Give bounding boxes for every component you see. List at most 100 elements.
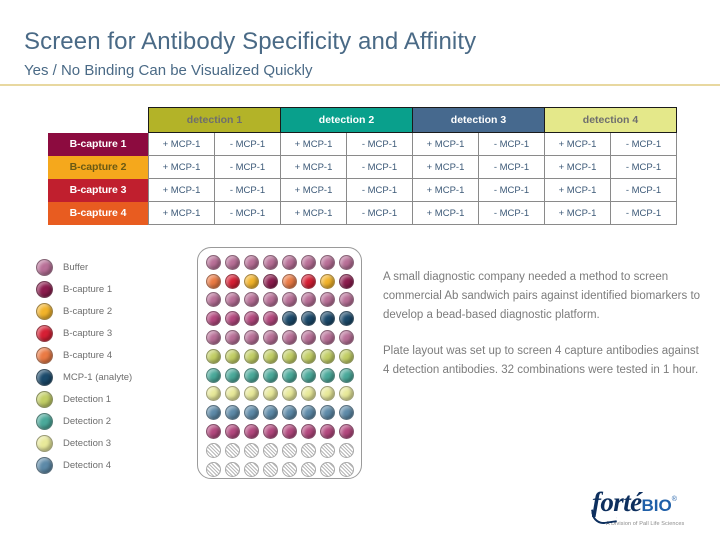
table-cell: + MCP-1 — [544, 155, 611, 179]
table-cell: + MCP-1 — [544, 132, 611, 156]
legend-bead-icon — [36, 390, 53, 408]
column-group-detection-3: detection 3 — [412, 107, 545, 133]
plate-well — [206, 273, 221, 289]
plate-well — [244, 386, 259, 402]
plate-well — [263, 292, 278, 308]
table-cell: - MCP-1 — [214, 201, 281, 225]
row-label-b-capture-3: B-capture 3 — [48, 178, 149, 202]
legend-item-label: B-capture 2 — [63, 305, 113, 317]
plate-well — [282, 254, 297, 270]
plate-well-empty — [301, 442, 316, 458]
plate-well — [301, 311, 316, 327]
table-cell: - MCP-1 — [346, 201, 413, 225]
plate-well — [320, 311, 335, 327]
table-cell: + MCP-1 — [412, 132, 479, 156]
table-cell: - MCP-1 — [610, 201, 677, 225]
plate-well — [301, 348, 316, 364]
plate-well — [339, 254, 354, 270]
legend-item-label: B-capture 4 — [63, 349, 113, 361]
legend-bead-icon — [36, 346, 53, 364]
table-corner-cell — [48, 107, 149, 133]
plate-well — [225, 254, 240, 270]
plate-well — [301, 367, 316, 383]
plate-well — [320, 273, 335, 289]
legend-bead-icon — [36, 412, 53, 430]
legend-item: MCP-1 (analyte) — [36, 366, 206, 388]
row-label-b-capture-2: B-capture 2 — [48, 155, 149, 179]
plate-well — [206, 386, 221, 402]
plate-well — [282, 405, 297, 421]
plate-well — [263, 330, 278, 346]
plate-well — [225, 386, 240, 402]
legend-bead-icon — [36, 434, 53, 452]
legend-bead-icon — [36, 324, 53, 342]
plate-well — [282, 386, 297, 402]
table-row: B-capture 1 + MCP-1 - MCP-1 + MCP-1 - MC… — [48, 132, 677, 156]
plate-well — [301, 330, 316, 346]
plate-well — [320, 424, 335, 440]
legend-item: Detection 2 — [36, 410, 206, 432]
logo-trademark-icon: ® — [671, 496, 677, 503]
plate-well — [320, 367, 335, 383]
table-cell: - MCP-1 — [346, 178, 413, 202]
plate-well — [206, 424, 221, 440]
description-paragraph: Plate layout was set up to screen 4 capt… — [383, 345, 699, 376]
plate-well — [206, 367, 221, 383]
plate-well — [206, 292, 221, 308]
plate-well — [263, 348, 278, 364]
plate-well — [225, 405, 240, 421]
legend-item-label: B-capture 3 — [63, 327, 113, 339]
description-paragraph: A small diagnostic company needed a meth… — [383, 271, 701, 321]
plate-well-empty — [320, 442, 335, 458]
plate-well — [339, 330, 354, 346]
plate-well-empty — [282, 442, 297, 458]
plate-well — [244, 405, 259, 421]
plate-well — [282, 311, 297, 327]
legend-item: Detection 4 — [36, 454, 206, 476]
plate-well — [320, 254, 335, 270]
combination-matrix-table: detection 1 detection 2 detection 3 dete… — [48, 107, 677, 225]
plate-well-empty — [263, 442, 278, 458]
table-cell: + MCP-1 — [148, 201, 215, 225]
legend-bead-icon — [36, 258, 53, 276]
plate-well — [339, 311, 354, 327]
plate-well — [320, 348, 335, 364]
table-cell: - MCP-1 — [478, 201, 545, 225]
plate-well-empty — [301, 461, 316, 477]
legend-bead-icon — [36, 368, 53, 386]
plate-well-empty — [282, 461, 297, 477]
table-cell: - MCP-1 — [478, 178, 545, 202]
plate-well — [244, 424, 259, 440]
title-divider — [0, 84, 720, 86]
table-cell: - MCP-1 — [214, 178, 281, 202]
plate-well — [282, 367, 297, 383]
plate-well — [206, 348, 221, 364]
table-cell: + MCP-1 — [544, 201, 611, 225]
table-cell: - MCP-1 — [478, 155, 545, 179]
table-cell: + MCP-1 — [412, 155, 479, 179]
page-title: Screen for Antibody Specificity and Affi… — [24, 28, 477, 55]
plate-well-empty — [225, 442, 240, 458]
table-cell: + MCP-1 — [148, 155, 215, 179]
legend-bead-icon — [36, 280, 53, 298]
legend-item: Buffer — [36, 256, 206, 278]
table-row: B-capture 3 + MCP-1 - MCP-1 + MCP-1 - MC… — [48, 178, 677, 202]
legend-item-label: B-capture 1 — [63, 283, 113, 295]
plate-well — [301, 424, 316, 440]
plate-well — [225, 367, 240, 383]
plate-well — [301, 405, 316, 421]
plate-well — [282, 330, 297, 346]
legend-item: Detection 1 — [36, 388, 206, 410]
table-row: B-capture 2 + MCP-1 - MCP-1 + MCP-1 - MC… — [48, 155, 677, 179]
legend-item-label: Detection 3 — [63, 437, 112, 449]
legend-item: B-capture 2 — [36, 300, 206, 322]
plate-well — [320, 292, 335, 308]
plate-well-empty — [225, 461, 240, 477]
plate-well — [320, 386, 335, 402]
table-cell: - MCP-1 — [610, 132, 677, 156]
plate-well — [339, 405, 354, 421]
table-cell: - MCP-1 — [346, 155, 413, 179]
plate-well — [301, 273, 316, 289]
row-label-b-capture-1: B-capture 1 — [48, 132, 149, 156]
logo-bio-text: BIO — [641, 496, 672, 515]
